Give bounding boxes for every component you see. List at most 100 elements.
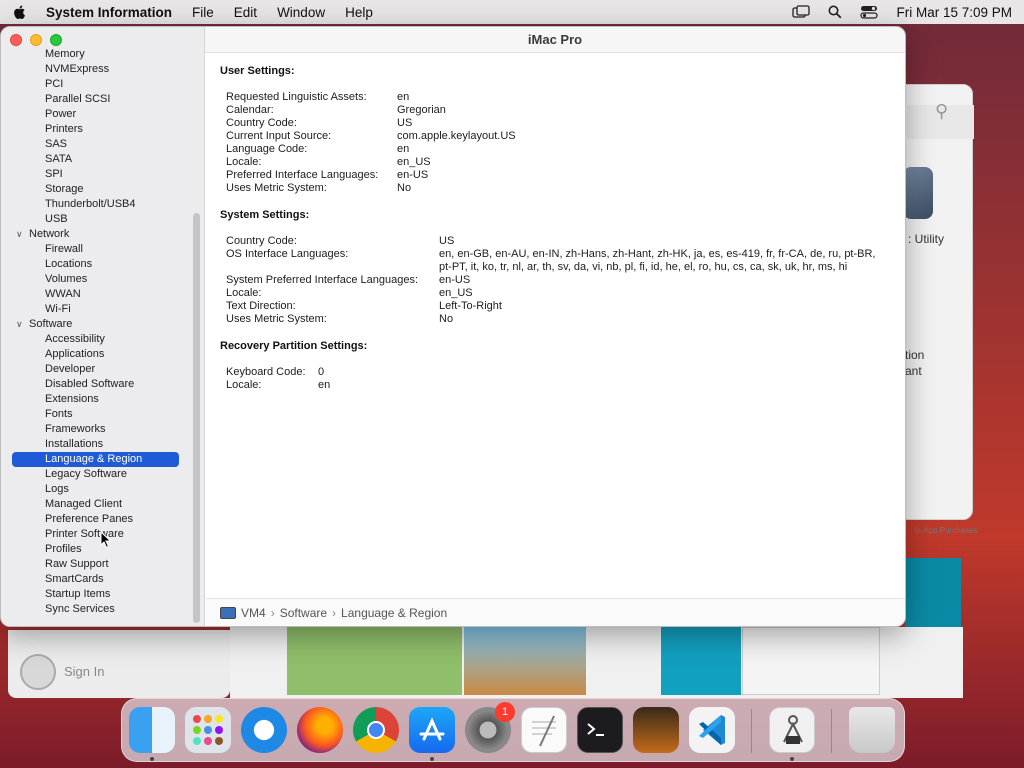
sidebar-item[interactable]: Printers xyxy=(1,122,191,137)
sidebar-scrollbar[interactable] xyxy=(193,213,200,623)
menu-clock[interactable]: Fri Mar 15 7:09 PM xyxy=(896,5,1012,20)
sidebar-item[interactable]: Logs xyxy=(1,482,191,497)
sidebar-group[interactable]: ∨ Software xyxy=(1,317,191,332)
menu-file[interactable]: File xyxy=(192,5,214,20)
setting-key: Locale: xyxy=(226,156,262,168)
textedit-icon[interactable] xyxy=(521,707,567,753)
sidebar-group[interactable]: ∨ Network xyxy=(1,227,191,242)
chrome-icon[interactable] xyxy=(353,707,399,753)
setting-row: Current Input Source: com.apple.keylayout… xyxy=(220,130,905,143)
sidebar-item[interactable]: Applications xyxy=(1,347,191,362)
sidebar-item[interactable]: Wi-Fi xyxy=(1,302,191,317)
launchpad-icon[interactable] xyxy=(185,707,231,753)
sidebar-item[interactable]: Developer xyxy=(1,362,191,377)
path-segment-language-region[interactable]: Language & Region xyxy=(341,606,447,620)
sidebar-item-label: Raw Support xyxy=(45,558,109,570)
sidebar-item[interactable]: Accessibility xyxy=(1,332,191,347)
disclosure-chevron-icon[interactable]: ∨ xyxy=(16,227,23,242)
setting-value: en xyxy=(397,91,410,103)
sidebar-item-label: USB xyxy=(45,213,68,225)
sidebar-list: Memory NVMExpress PCI Parallel SCSI Power Pri… xyxy=(1,47,191,617)
sidebar-item[interactable]: Sync Services xyxy=(1,602,191,617)
sidebar-item[interactable]: USB xyxy=(1,212,191,227)
sidebar-item[interactable]: PCI xyxy=(1,77,191,92)
sidebar-item[interactable]: Frameworks xyxy=(1,422,191,437)
sidebar-item-selected[interactable]: Language & Region xyxy=(12,452,179,467)
sidebar-item-label: Volumes xyxy=(45,273,88,285)
setting-row: Language Code: en xyxy=(220,143,905,156)
apple-menu-icon[interactable] xyxy=(12,4,28,20)
chevron-right-icon: › xyxy=(332,605,337,620)
sidebar-item[interactable]: Thunderbolt/USB4 xyxy=(1,197,191,212)
sidebar-item[interactable]: SAS xyxy=(1,137,191,152)
system-information-icon[interactable] xyxy=(769,707,815,753)
sidebar-item[interactable]: Printer Software xyxy=(1,527,191,542)
menu-edit[interactable]: Edit xyxy=(234,5,257,20)
sidebar-item[interactable]: Locations xyxy=(1,257,191,272)
menu-help[interactable]: Help xyxy=(345,5,373,20)
sidebar-item[interactable]: Managed Client xyxy=(1,497,191,512)
disclosure-chevron-icon[interactable]: ∨ xyxy=(16,317,23,332)
sidebar-item[interactable]: SPI xyxy=(1,167,191,182)
path-segment-software[interactable]: Software xyxy=(280,606,327,620)
setting-key: Uses Metric System: xyxy=(226,182,327,194)
setting-value: en-US xyxy=(439,274,471,286)
sidebar-item[interactable]: WWAN xyxy=(1,287,191,302)
path-bar: VM4 › Software › Language & Region xyxy=(206,598,905,626)
notification-badge: 1 xyxy=(495,702,515,722)
sidebar-item[interactable]: Storage xyxy=(1,182,191,197)
detail-pane: User Settings: Requested Linguistic Asse… xyxy=(206,53,905,598)
sidebar-item[interactable]: Installations xyxy=(1,437,191,452)
menu-window[interactable]: Window xyxy=(277,5,325,20)
setting-value: en xyxy=(318,379,331,391)
sidebar-item-label: Installations xyxy=(45,438,104,450)
vscode-icon[interactable] xyxy=(689,707,735,753)
sidebar-item[interactable]: Startup Items xyxy=(1,587,191,602)
background-utility-label: : Utility xyxy=(908,232,944,246)
sidebar-item-label: Applications xyxy=(45,348,105,360)
setting-row: Uses Metric System: No xyxy=(220,182,905,195)
sidebar-item-label: Startup Items xyxy=(45,588,111,600)
sidebar-item[interactable]: SATA xyxy=(1,152,191,167)
sidebar-item[interactable]: Profiles xyxy=(1,542,191,557)
terminal-icon[interactable] xyxy=(577,707,623,753)
sidebar-item[interactable]: Fonts xyxy=(1,407,191,422)
sidebar-item[interactable]: SmartCards xyxy=(1,572,191,587)
app-store-icon[interactable] xyxy=(409,707,455,753)
path-segment-computer[interactable]: VM4 xyxy=(241,606,266,620)
sidebar-item-label: Thunderbolt/USB4 xyxy=(45,198,136,210)
zoom-button[interactable] xyxy=(50,34,62,46)
safari-icon[interactable] xyxy=(241,707,287,753)
sidebar-item[interactable]: Legacy Software xyxy=(1,467,191,482)
sidebar-item[interactable]: Disabled Software xyxy=(1,377,191,392)
sidebar-item[interactable]: NVMExpress xyxy=(1,62,191,77)
close-button[interactable] xyxy=(10,34,22,46)
trash-icon[interactable] xyxy=(849,707,895,753)
spotlight-search-icon[interactable] xyxy=(828,5,842,19)
sidebar-item-label: Managed Client xyxy=(45,498,123,510)
sidebar-item[interactable]: Extensions xyxy=(1,392,191,407)
setting-value: 0 xyxy=(318,366,325,378)
minimize-button[interactable] xyxy=(30,34,42,46)
screen-mirroring-icon[interactable] xyxy=(792,5,811,19)
sidebar-item[interactable]: Volumes xyxy=(1,272,191,287)
sidebar-item[interactable]: Firewall xyxy=(1,242,191,257)
setting-value: com.apple.keylayout.US xyxy=(397,130,516,142)
running-indicator xyxy=(790,757,794,761)
setting-value: en, en-GB, en-AU, en-IN, zh-Hans, zh-Han… xyxy=(439,248,876,273)
sidebar-item[interactable]: Power xyxy=(1,107,191,122)
sidebar-item[interactable]: Raw Support xyxy=(1,557,191,572)
sidebar-item[interactable]: Parallel SCSI xyxy=(1,92,191,107)
control-center-icon[interactable] xyxy=(860,5,879,19)
sidebar-item-label: Printers xyxy=(45,123,83,135)
sidebar-item-label: Memory xyxy=(45,48,85,60)
menu-app-name[interactable]: System Information xyxy=(46,5,172,20)
sidebar-item-label: Sync Services xyxy=(45,603,115,615)
sidebar-item[interactable]: Memory xyxy=(1,47,191,62)
sidebar-item-label: SAS xyxy=(45,138,68,150)
garageband-icon[interactable] xyxy=(633,707,679,753)
firefox-icon[interactable] xyxy=(297,707,343,753)
sidebar-item[interactable]: Preference Panes xyxy=(1,512,191,527)
setting-value: en_US xyxy=(439,287,473,299)
finder-icon[interactable] xyxy=(129,707,175,753)
